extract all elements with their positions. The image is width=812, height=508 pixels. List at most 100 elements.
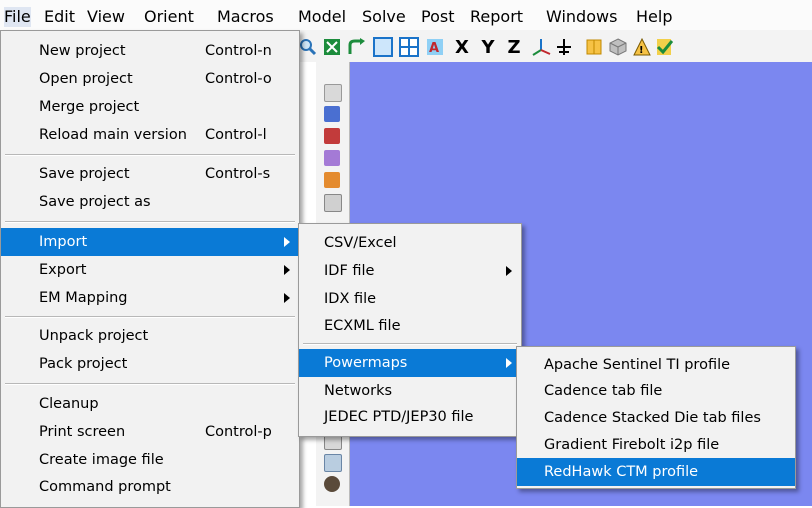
enclosure-icon[interactable]	[324, 194, 342, 212]
shortcut-label: Control-s	[205, 166, 271, 182]
quad-view-icon[interactable]	[398, 36, 420, 58]
svg-text:A: A	[429, 41, 439, 56]
menu-item-label: Cleanup	[39, 396, 99, 412]
menu-item-label: Unpack project	[39, 328, 149, 344]
menu-item-label: Open project	[39, 71, 133, 87]
shortcut-label: Control-o	[205, 71, 272, 87]
menu-item-cadence-stacked-die-tab-files[interactable]: Cadence Stacked Die tab files	[517, 405, 795, 431]
submenu-arrow-icon	[506, 358, 512, 368]
axis-z-button[interactable]: Z	[502, 36, 526, 58]
menu-edit[interactable]: Edit	[44, 7, 75, 27]
menu-item-save-project-as[interactable]: Save project as	[1, 189, 299, 215]
warning-icon[interactable]: !	[632, 36, 652, 58]
menu-item-cleanup[interactable]: Cleanup	[1, 391, 299, 417]
menu-item-label: Import	[39, 234, 88, 250]
grid-icon[interactable]	[584, 36, 604, 58]
menu-item-export[interactable]: Export	[1, 257, 299, 283]
fan-icon[interactable]	[324, 106, 340, 122]
menu-item-idx-file[interactable]: IDX file	[299, 286, 521, 312]
menu-item-label: Pack project	[39, 356, 128, 372]
menu-item-reload-main-version[interactable]: Reload main version Control-l	[1, 122, 299, 148]
menu-item-label: Powermaps	[324, 355, 408, 371]
menu-item-save-project[interactable]: Save project Control-s	[1, 161, 299, 187]
menu-item-label: Command prompt	[39, 479, 171, 495]
menu-file[interactable]: File	[4, 7, 31, 27]
menu-item-em-mapping[interactable]: EM Mapping	[1, 285, 299, 311]
shortcut-label: Control-p	[205, 424, 272, 440]
check-icon[interactable]	[654, 36, 674, 58]
menu-post[interactable]: Post	[421, 7, 454, 27]
menu-item-label: Print screen	[39, 424, 126, 440]
block-icon[interactable]	[324, 128, 340, 144]
main-toolbar: A X Y Z !	[298, 30, 812, 62]
menu-item-label: New project	[39, 43, 126, 59]
menu-item-label: Create image file	[39, 452, 164, 468]
shortcut-label: Control-n	[205, 43, 272, 59]
axis-x-button[interactable]: X	[450, 36, 474, 58]
rotate-icon[interactable]	[346, 36, 366, 58]
menu-item-pack-project[interactable]: Pack project	[1, 351, 299, 377]
menu-report[interactable]: Report	[470, 7, 523, 27]
menu-item-label: RedHawk CTM profile	[544, 464, 699, 480]
plate-icon[interactable]	[324, 150, 340, 166]
source-icon[interactable]	[324, 172, 340, 188]
menu-item-label: IDX file	[324, 291, 377, 307]
menu-bar: File Edit View Orient Macros Model Solve…	[0, 0, 812, 32]
menu-item-cadence-tab-file[interactable]: Cadence tab file	[517, 378, 795, 404]
fit-icon[interactable]	[322, 36, 342, 58]
menu-model[interactable]: Model	[298, 7, 346, 27]
menu-item-label: Save project as	[39, 194, 151, 210]
menu-item-label: Reload main version	[39, 127, 187, 143]
assembly-icon[interactable]	[324, 84, 342, 102]
submenu-arrow-icon	[284, 293, 290, 303]
cube-icon[interactable]	[608, 36, 628, 58]
menu-item-import[interactable]: Import	[1, 228, 299, 256]
heatsink-icon[interactable]	[324, 454, 342, 472]
single-view-icon[interactable]	[372, 36, 394, 58]
menu-item-ecxml-file[interactable]: ECXML file	[299, 313, 521, 339]
menu-item-label: Cadence tab file	[544, 383, 663, 399]
menu-windows[interactable]: Windows	[546, 7, 617, 27]
menu-separator	[5, 154, 295, 156]
menu-item-networks[interactable]: Networks	[299, 378, 521, 404]
svg-text:!: !	[639, 45, 644, 56]
menu-item-gradient-firebolt-i2p-file[interactable]: Gradient Firebolt i2p file	[517, 432, 795, 458]
menu-view[interactable]: View	[87, 7, 125, 27]
menu-item-create-image-file[interactable]: Create image file	[1, 447, 299, 473]
menu-item-label: IDF file	[324, 263, 375, 279]
menu-item-label: Gradient Firebolt i2p file	[544, 437, 720, 453]
menu-item-idf-file[interactable]: IDF file	[299, 258, 521, 284]
zoom-icon[interactable]	[298, 36, 318, 58]
menu-item-powermaps[interactable]: Powermaps	[299, 349, 521, 377]
menu-item-label: ECXML file	[324, 318, 401, 334]
menu-solve[interactable]: Solve	[362, 7, 406, 27]
menu-item-label: JEDEC PTD/JEP30 file	[324, 409, 474, 425]
menu-item-command-prompt[interactable]: Command prompt	[1, 474, 299, 500]
menu-item-label: EM Mapping	[39, 290, 128, 306]
menu-item-label: Apache Sentinel TI profile	[544, 357, 731, 373]
menu-separator	[303, 343, 517, 345]
menu-item-apache-sentinel-ti-profile[interactable]: Apache Sentinel TI profile	[517, 352, 795, 378]
menu-item-jedec-ptd-file[interactable]: JEDEC PTD/JEP30 file	[299, 404, 521, 430]
menu-item-unpack-project[interactable]: Unpack project	[1, 323, 299, 349]
menu-orient[interactable]: Orient	[144, 7, 194, 27]
submenu-arrow-icon	[506, 266, 512, 276]
menu-item-redhawk-ctm-profile[interactable]: RedHawk CTM profile	[517, 458, 795, 486]
import-submenu: CSV/Excel IDF file IDX file ECXML file P…	[298, 223, 522, 437]
component-icon[interactable]	[324, 476, 340, 492]
menu-item-merge-project[interactable]: Merge project	[1, 94, 299, 120]
menu-item-label: CSV/Excel	[324, 235, 397, 251]
menu-item-new-project[interactable]: New project Control-n	[1, 38, 299, 64]
menu-macros[interactable]: Macros	[217, 7, 274, 27]
menu-item-csv-excel[interactable]: CSV/Excel	[299, 230, 521, 256]
menu-item-open-project[interactable]: Open project Control-o	[1, 66, 299, 92]
menu-help[interactable]: Help	[636, 7, 672, 27]
menu-item-label: Export	[39, 262, 87, 278]
axis-y-button[interactable]: Y	[476, 36, 500, 58]
align-icon[interactable]	[554, 36, 574, 58]
menu-item-label: Cadence Stacked Die tab files	[544, 410, 761, 426]
annotate-icon[interactable]: A	[424, 36, 446, 58]
menu-item-print-screen[interactable]: Print screen Control-p	[1, 419, 299, 445]
submenu-arrow-icon	[284, 265, 290, 275]
isometric-axes-icon[interactable]	[530, 36, 552, 58]
